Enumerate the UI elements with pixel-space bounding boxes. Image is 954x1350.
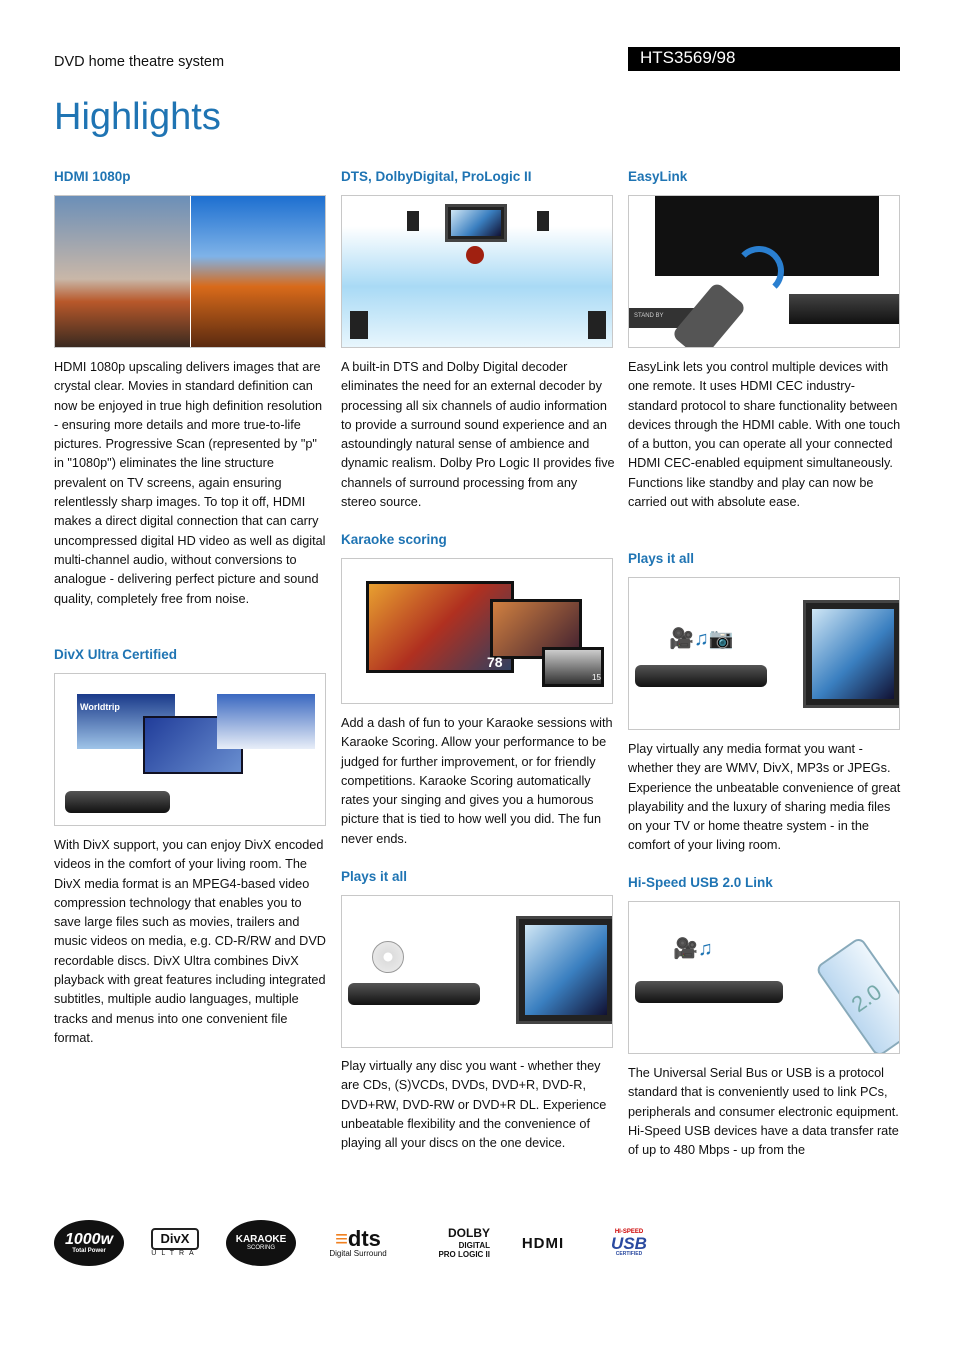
media-icons: 🎥♫ (673, 938, 713, 960)
section-title-karaoke: Karaoke scoring (341, 532, 447, 547)
section-title-divx: DivX Ultra Certified (54, 647, 178, 662)
section-text-karaoke: Add a dash of fun to your Karaoke sessio… (341, 716, 613, 846)
section-title-usb: Hi-Speed USB 2.0 Link (628, 875, 773, 890)
section-text-divx: With DivX support, you can enjoy DivX en… (54, 838, 326, 1045)
section-text-usb: The Universal Serial Bus or USB is a pro… (628, 1066, 899, 1158)
section-text-plays-disc: Play virtually any disc you want - wheth… (341, 1059, 607, 1151)
section-text-dts: A built-in DTS and Dolby Digital decoder… (341, 360, 615, 510)
section-title-hdmi: HDMI 1080p (54, 169, 131, 184)
section-title-plays-media: Plays it all (628, 551, 695, 566)
usb-version-label: 2.0 (814, 935, 899, 1053)
disc-icon (372, 941, 404, 973)
plays-disc-image (341, 895, 613, 1048)
section-title-easylink: EasyLink (628, 169, 688, 184)
section-title-dts: DTS, DolbyDigital, ProLogic II (341, 169, 532, 184)
divx-image: Worldtrip (54, 673, 326, 826)
score-label-2: 15 (592, 673, 601, 682)
logo-1000w: 1000w Total Power (54, 1220, 124, 1266)
logo-karaoke: KARAOKE SCORING (226, 1220, 296, 1266)
karaoke-image: 78 15 (341, 558, 613, 704)
section-text-easylink: EasyLink lets you control multiple devic… (628, 360, 901, 510)
logo-dts: ≡dts Digital Surround (329, 1226, 387, 1258)
logo-dolby: DOLBY DIGITAL PRO LOGIC II (438, 1225, 490, 1259)
logo-hdmi: HDMI (521, 1234, 565, 1252)
section-text-plays-media: Play virtually any media format you want… (628, 742, 901, 853)
product-category: DVD home theatre system (54, 54, 225, 70)
model-number: HTS3569/98 (628, 47, 900, 71)
easylink-image: STAND BY (628, 195, 900, 348)
hdmi-image (54, 195, 326, 348)
surround-image (341, 195, 613, 348)
feature-logos: 1000w Total Power DivX ULTRA KARAOKE SCORIN… (54, 1220, 662, 1266)
section-text-hdmi: HDMI 1080p upscaling delivers images tha… (54, 360, 326, 606)
media-icons: 🎥♫📷 (669, 628, 734, 650)
logo-usb: HI-SPEED USB CERTIFIED (611, 1229, 647, 1257)
logo-divx: DivX ULTRA (142, 1220, 208, 1266)
score-label-1: 78 (487, 654, 503, 670)
plays-media-image: 🎥♫📷 (628, 577, 900, 730)
section-title-plays-disc: Plays it all (341, 869, 408, 884)
usb-image: 🎥♫ 2.0 (628, 901, 900, 1054)
page-title: Highlights (54, 96, 221, 138)
